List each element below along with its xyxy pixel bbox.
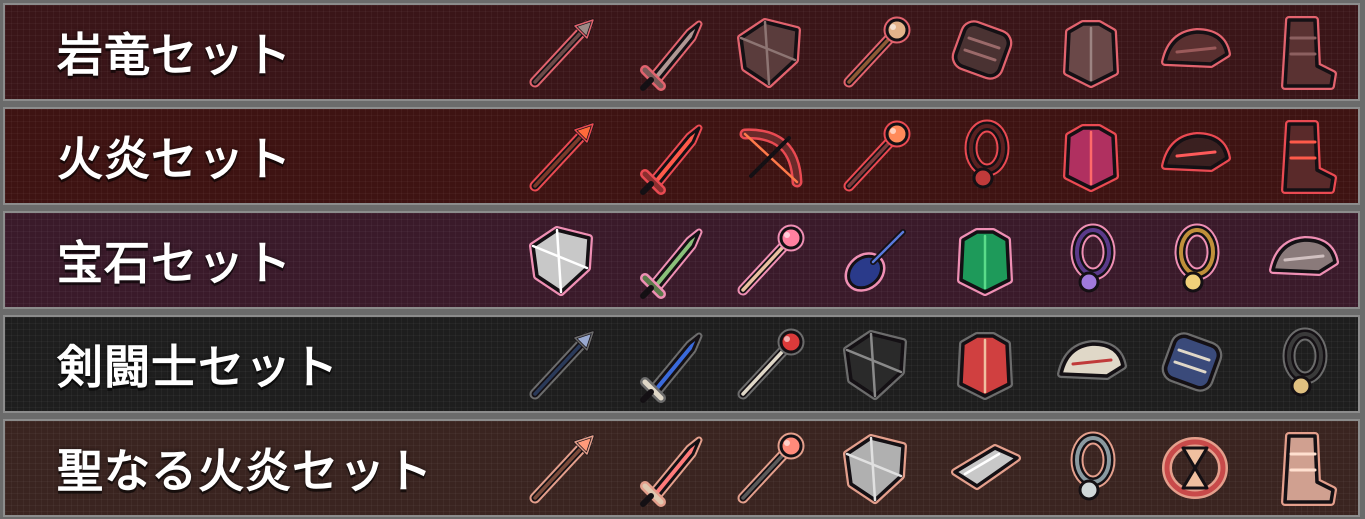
set-items: [5, 317, 1358, 411]
sword-icon[interactable]: [627, 8, 715, 96]
cestus-icon[interactable]: [1151, 320, 1239, 408]
flame-spear-icon[interactable]: [517, 112, 605, 200]
helmet-icon[interactable]: [1151, 8, 1239, 96]
amulet-icon[interactable]: [1259, 320, 1347, 408]
set-items: [5, 109, 1358, 203]
set-row[interactable]: 岩竜セット: [3, 3, 1360, 101]
set-row[interactable]: 火炎セット: [3, 107, 1360, 205]
flame-staff-icon[interactable]: [831, 112, 919, 200]
scimitar-icon[interactable]: [627, 320, 715, 408]
emerald-armor-icon[interactable]: [941, 216, 1029, 304]
gladiator-armor-icon[interactable]: [941, 320, 1029, 408]
gold-necklace-icon[interactable]: [1151, 216, 1239, 304]
ring-icon[interactable]: [941, 112, 1029, 200]
set-items: [5, 213, 1358, 307]
staff-icon[interactable]: [831, 8, 919, 96]
violin-icon[interactable]: [831, 216, 919, 304]
spear-icon[interactable]: [517, 8, 605, 96]
mace-icon[interactable]: [725, 320, 813, 408]
scroll-icon[interactable]: [941, 424, 1029, 512]
gladiator-helmet-icon[interactable]: [1047, 320, 1135, 408]
set-items: [5, 5, 1358, 99]
set-row[interactable]: 剣闘士セット: [3, 315, 1360, 413]
round-shield-icon[interactable]: [831, 424, 919, 512]
spiked-shield-icon[interactable]: [831, 320, 919, 408]
gauntlet-icon[interactable]: [941, 8, 1029, 96]
hourglass-icon[interactable]: [1151, 424, 1239, 512]
armor-icon[interactable]: [1047, 8, 1135, 96]
rope-ring-icon[interactable]: [1047, 424, 1135, 512]
flame-boots-icon[interactable]: [1259, 112, 1347, 200]
shield-icon[interactable]: [725, 8, 813, 96]
set-row[interactable]: 宝石セット: [3, 211, 1360, 309]
flame-sword-icon[interactable]: [627, 112, 715, 200]
holy-sword-icon[interactable]: [627, 424, 715, 512]
tiara-icon[interactable]: [1259, 216, 1347, 304]
holy-hammer-icon[interactable]: [725, 424, 813, 512]
holy-spear-icon[interactable]: [517, 424, 605, 512]
boots-icon[interactable]: [1259, 8, 1347, 96]
holy-boots-icon[interactable]: [1259, 424, 1347, 512]
rapier-icon[interactable]: [627, 216, 715, 304]
set-items: [5, 421, 1358, 515]
flame-helmet-icon[interactable]: [1151, 112, 1239, 200]
crystal-shield-icon[interactable]: [517, 216, 605, 304]
set-row[interactable]: 聖なる火炎セット: [3, 419, 1360, 517]
flame-armor-icon[interactable]: [1047, 112, 1135, 200]
gem-wand-icon[interactable]: [725, 216, 813, 304]
amethyst-ring-icon[interactable]: [1047, 216, 1135, 304]
flame-bow-icon[interactable]: [725, 112, 813, 200]
equipment-set-panel: 岩竜セット 火炎セット 宝石セット 剣闘士セット 聖なる火炎セット: [0, 0, 1365, 519]
javelin-icon[interactable]: [517, 320, 605, 408]
